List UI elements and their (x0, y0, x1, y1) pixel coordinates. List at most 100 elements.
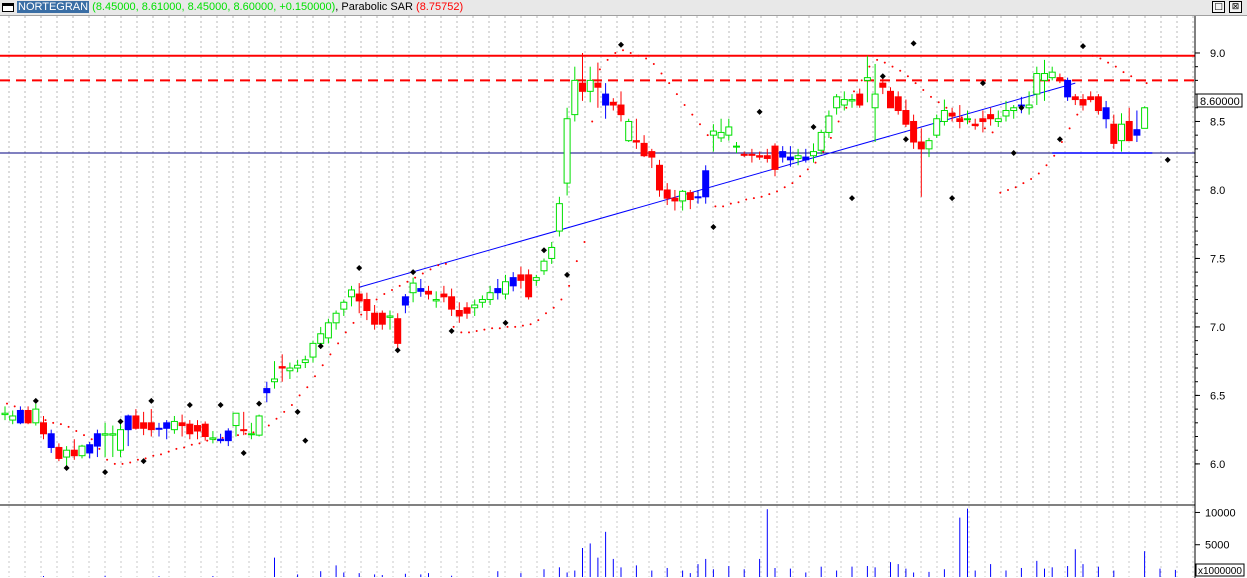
sar-dot (444, 262, 447, 265)
sar-dot (1045, 164, 1048, 167)
candle-body (117, 429, 124, 451)
candle-body (9, 415, 17, 421)
candle-body (440, 293, 448, 298)
candle-body (1041, 73, 1048, 81)
price-tick-label: 7.0 (1210, 322, 1225, 334)
candle-body (255, 415, 263, 436)
close-button[interactable]: ⊠ (1229, 1, 1242, 13)
sar-dot (760, 195, 763, 198)
candle-body (70, 449, 78, 457)
candle-body (1025, 104, 1033, 109)
sar-dot (452, 325, 455, 328)
sar-dot (136, 458, 139, 461)
last-price-tag: 8.60000 (1196, 93, 1243, 108)
candle (563, 107, 571, 196)
candle-body (240, 429, 248, 432)
candle-body (170, 420, 178, 431)
candle-body (278, 366, 286, 369)
sar-dot (845, 106, 848, 109)
sar-dot (645, 57, 648, 60)
candle-body (16, 409, 24, 424)
candle-body (779, 151, 787, 158)
sar-dot (622, 49, 624, 52)
candle-body (448, 296, 456, 310)
sar-dot (237, 434, 239, 437)
sar-dot (983, 127, 986, 130)
sar-dot (629, 51, 632, 54)
candle-body (656, 164, 663, 191)
candle-body (132, 415, 140, 429)
candle-body (63, 449, 71, 458)
candle-body (548, 246, 556, 259)
candle-body (625, 120, 633, 142)
candle-body (1133, 129, 1141, 136)
sar-dot (206, 439, 209, 442)
candle-body (455, 309, 463, 317)
candle-body (517, 274, 525, 281)
candle-body (209, 437, 217, 440)
candle-body (802, 156, 810, 161)
candle-body (1010, 107, 1018, 112)
candle-body (994, 118, 1002, 122)
last-price-label: 8.60000 (1200, 96, 1240, 108)
candle-body (602, 93, 610, 106)
candle-body (979, 118, 987, 122)
sar-dot (776, 190, 778, 193)
candle-body (863, 77, 871, 81)
candle-body (771, 145, 779, 170)
candle-body (648, 151, 656, 158)
sar-dot (1145, 82, 1148, 85)
candle-body (425, 290, 432, 295)
candle-body (786, 156, 794, 161)
candle-body (86, 444, 94, 454)
sar-dot (883, 61, 886, 64)
sar-dot (221, 436, 224, 439)
candle-body (1033, 73, 1041, 95)
candle-body (32, 408, 40, 424)
candle-body (571, 79, 579, 116)
sar-dot (668, 82, 671, 85)
sar-dot (583, 241, 586, 244)
candle-body (964, 118, 971, 121)
candle-body (632, 140, 640, 143)
sar-dot (868, 65, 871, 68)
candle-body (948, 112, 956, 117)
candle (255, 414, 263, 437)
sar-dot (806, 168, 809, 171)
sar-dot (814, 161, 817, 164)
volume-tick-label: 10000 (1205, 507, 1236, 519)
sar-dot (267, 424, 270, 427)
sar-dot (52, 421, 55, 424)
sar-dot (999, 191, 1002, 194)
candle-body (825, 115, 833, 133)
sar-dot (768, 193, 771, 196)
sar-dot (906, 75, 909, 78)
candle-body (286, 367, 294, 372)
candle-body (355, 293, 363, 302)
sar-dot (375, 298, 378, 301)
candle-body (532, 277, 540, 281)
sar-dot (722, 205, 725, 208)
sar-dot (1091, 54, 1094, 57)
candle-body (47, 433, 55, 448)
candle-body (224, 430, 232, 442)
candle-body (494, 288, 502, 294)
sar-dot (537, 319, 540, 322)
window-menu-icon[interactable] (2, 3, 14, 12)
restore-button[interactable]: □ (1212, 1, 1225, 13)
candle-body (1110, 123, 1118, 144)
candle-body (432, 299, 440, 302)
candle-body (833, 96, 841, 109)
sar-dot (737, 201, 740, 204)
sar-dot (152, 454, 155, 457)
sar-dot (483, 328, 486, 331)
sar-dot (106, 458, 109, 461)
sar-dot (406, 280, 409, 283)
sar-dot (560, 298, 563, 301)
sar-dot (398, 284, 401, 287)
candle-body (686, 192, 694, 201)
sar-dot (252, 431, 255, 434)
candle-body (478, 299, 486, 303)
sar-dot (337, 342, 340, 345)
sar-dot (298, 394, 301, 397)
